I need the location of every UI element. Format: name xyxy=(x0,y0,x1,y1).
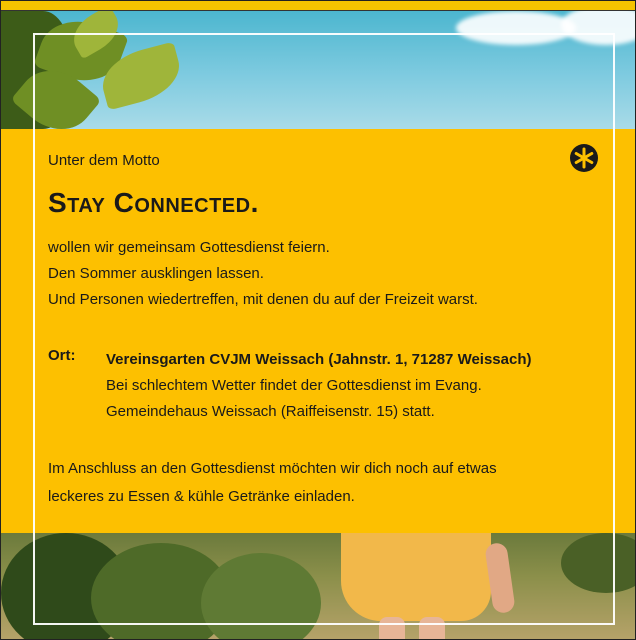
white-border-frame xyxy=(33,33,615,625)
location-rain-note: Bei schlechtem Wetter findet der Gottesd… xyxy=(106,377,482,394)
motto-intro: Unter dem Motto xyxy=(48,152,160,169)
closing-text: Im Anschluss an den Gottesdienst möchten… xyxy=(48,455,497,511)
location-venue: Vereinsgarten CVJM Weissach (Jahnstr. 1,… xyxy=(106,351,532,368)
closing-line: leckeres zu Essen & kühle Getränke einla… xyxy=(48,488,355,505)
intro-line: Und Personen wiedertreffen, mit denen du… xyxy=(48,291,478,308)
asterisk-circle-icon xyxy=(570,144,598,172)
intro-text: wollen wir gemeinsam Gottesdienst feiern… xyxy=(48,235,478,313)
location-rain-note: Gemeindehaus Weissach (Raiffeisenstr. 15… xyxy=(106,403,435,420)
intro-line: Den Sommer ausklingen lassen. xyxy=(48,265,264,282)
headline: Stay Connected. xyxy=(48,187,259,218)
location-details: Vereinsgarten CVJM Weissach (Jahnstr. 1,… xyxy=(106,347,532,425)
top-strip xyxy=(1,1,635,11)
location-label: Ort: xyxy=(48,347,76,364)
flyer: Unter dem Motto Stay Connected. wollen w… xyxy=(0,0,636,640)
intro-line: wollen wir gemeinsam Gottesdienst feiern… xyxy=(48,239,330,256)
closing-line: Im Anschluss an den Gottesdienst möchten… xyxy=(48,460,497,477)
